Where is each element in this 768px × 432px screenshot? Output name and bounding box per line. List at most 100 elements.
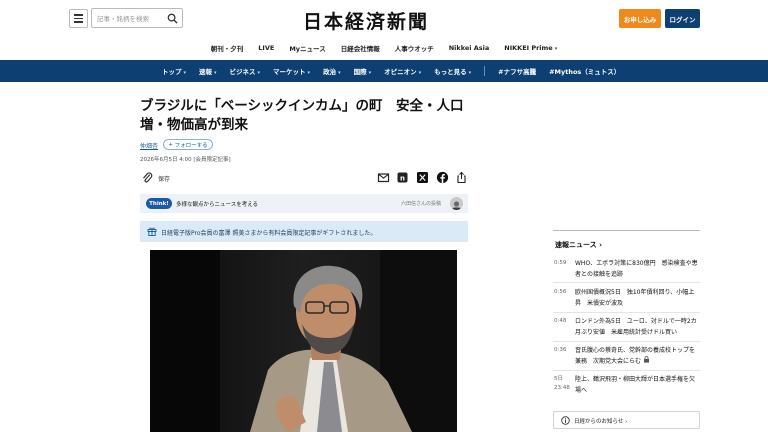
nav-label: トップ — [162, 68, 182, 76]
subnav-label: NIKKEI Prime — [504, 44, 553, 52]
hamburger-menu-button[interactable] — [69, 9, 88, 28]
chevron-right-icon: › — [625, 419, 628, 425]
save-button[interactable]: 保存 — [158, 174, 170, 183]
subnav-item-personnel[interactable]: 人事ウオッチ — [395, 43, 434, 53]
members-only-badge: [会員限定記事] — [193, 157, 231, 163]
think-banner[interactable]: Think! 多様な観点からニュースを考える 六田信さんの投稿 — [140, 194, 468, 213]
facebook-icon[interactable] — [436, 171, 449, 184]
nav-item-politics[interactable]: 政治 ▾ — [323, 66, 341, 76]
news-time: 5日 23:48 — [554, 376, 570, 391]
menu-icon-bar — [74, 17, 83, 20]
news-headline[interactable]: 欧州国債概況5日 独10年債利回り、小幅上昇 米債安が波及 — [575, 287, 700, 309]
nav-item-top[interactable]: トップ ▾ — [162, 66, 186, 76]
list-divider — [553, 341, 700, 342]
list-divider — [553, 282, 700, 283]
news-time: 0:48 — [554, 318, 567, 324]
subnav-item-paper[interactable]: 朝刊・夕刊 — [211, 43, 244, 53]
mail-icon[interactable] — [377, 171, 390, 184]
subnav-item-nikkei-asia[interactable]: Nikkei Asia — [449, 44, 490, 52]
follow-button[interactable]: + フォローする — [163, 139, 213, 150]
subnav-item-company-info[interactable]: 日経会社情報 — [341, 43, 380, 53]
breaking-news-heading[interactable]: 速報ニュース › — [555, 240, 602, 250]
gift-text: 日経電子版Pro会員の富澤 照美さまから有料会員限定記事がギフトされました。 — [161, 230, 377, 237]
apply-button[interactable]: お申し込み — [619, 9, 661, 28]
nav-topic-mythos[interactable]: #Mythos（ミュトス） — [549, 66, 620, 76]
subnav-item-mynews[interactable]: Myニュース — [289, 43, 325, 53]
share-icon[interactable] — [455, 171, 468, 184]
list-divider — [553, 370, 700, 371]
news-time: 0:59 — [554, 260, 567, 266]
chevron-down-icon: ▾ — [554, 46, 558, 52]
site-header: 記事・銘柄を検索 日本経済新聞 お申し込み ログイン — [0, 0, 768, 38]
paperclip-icon[interactable] — [142, 172, 153, 184]
subnav-item-nikkei-prime[interactable]: NIKKEI Prime ▾ — [504, 44, 557, 52]
main-navigation: トップ ▾ 速報 ▾ ビジネス ▾ マーケット ▾ 政治 ▾ 国際 ▾ オピニオン ▾ もっと… — [0, 60, 768, 82]
avatar — [450, 197, 463, 210]
news-headline[interactable]: ロンドン外為5日 ユーロ、対ドルで一時2カ月ぶり安値 米雇用統計受けドル買い — [575, 316, 700, 338]
menu-icon-bar — [74, 21, 83, 23]
list-divider — [553, 312, 700, 313]
article-date: 2026年6月5日 4:00 — [140, 157, 192, 163]
chevron-down-icon: ▾ — [468, 70, 472, 76]
nav-item-breaking[interactable]: 速報 ▾ — [199, 66, 217, 76]
sidebar-divider — [553, 230, 700, 231]
sub-navigation: 朝刊・夕刊 LIVE Myニュース 日経会社情報 人事ウオッチ Nikkei A… — [0, 40, 768, 56]
breaking-news-label: 速報ニュース — [555, 241, 597, 249]
news-headline[interactable]: 陸上、鶴沢飛羽・柳田大輝が日本選手権を欠場へ — [575, 374, 700, 396]
search-placeholder: 記事・銘柄を検索 — [97, 15, 149, 23]
x-icon[interactable] — [416, 171, 429, 184]
nav-item-more[interactable]: もっと見る ▾ — [434, 66, 471, 76]
news-headline-text: 習氏腹心の蔡奇氏、党幹部の養成校トップを兼務 次期党大会にらむ — [575, 347, 696, 365]
news-time: 0:36 — [554, 347, 567, 353]
nav-topic-naphtha[interactable]: #ナフサ高騰 — [498, 66, 536, 76]
nikkei-notice-button[interactable]: 日経からのお知らせ › — [553, 411, 700, 429]
nav-label: オピニオン — [384, 68, 417, 76]
login-button[interactable]: ログイン — [665, 9, 700, 28]
gift-icon — [147, 227, 157, 236]
follow-label: フォローする — [174, 142, 208, 149]
person-icon — [452, 201, 461, 210]
chevron-down-icon: ▾ — [307, 70, 311, 76]
nav-label: 国際 — [353, 68, 367, 76]
svg-text:n: n — [400, 174, 405, 182]
nav-item-opinion[interactable]: オピニオン ▾ — [384, 66, 421, 76]
think-text: 多様な観点からニュースを考える — [176, 202, 259, 208]
note-icon[interactable]: n — [396, 171, 409, 184]
chevron-down-icon: ▾ — [338, 70, 341, 76]
news-headline[interactable]: WHO、エボラ対策に830億円 感染検査や患者との接触を追跡 — [575, 258, 700, 280]
nav-item-market[interactable]: マーケット ▾ — [273, 66, 310, 76]
chevron-down-icon: ▾ — [214, 70, 217, 76]
menu-icon-bar — [74, 14, 83, 16]
article-dateline: 2026年6月5日 4:00 [会員限定記事] — [140, 155, 231, 163]
chevron-down-icon: ▾ — [418, 70, 422, 76]
chevron-down-icon: ▾ — [183, 70, 187, 76]
article-photo — [150, 250, 457, 432]
nav-label: 政治 — [323, 68, 337, 76]
plus-icon: + — [168, 141, 173, 148]
article-title: ブラジルに「ベーシックインカム」の町 安全・人口増・物価高が到来 — [140, 98, 464, 133]
news-headline[interactable]: 習氏腹心の蔡奇氏、党幹部の養成校トップを兼務 次期党大会にらむ — [575, 345, 700, 367]
nav-item-business[interactable]: ビジネス ▾ — [230, 66, 261, 76]
search-input[interactable]: 記事・銘柄を検索 — [91, 8, 183, 28]
gift-notice: 日経電子版Pro会員の富澤 照美さまから有料会員限定記事がギフトされました。 — [140, 221, 468, 242]
chevron-right-icon: › — [599, 241, 602, 249]
photo-man-illustration — [150, 250, 457, 432]
nav-divider — [484, 66, 486, 76]
news-time: 0:56 — [554, 289, 567, 295]
notice-label-text: 日経からのお知らせ — [574, 419, 624, 425]
nav-label: 速報 — [199, 68, 213, 76]
search-icon[interactable] — [167, 13, 178, 24]
think-post-link[interactable]: 六田信さんの投稿 — [401, 200, 441, 207]
nav-label: ビジネス — [229, 68, 256, 76]
chevron-down-icon: ▾ — [257, 70, 261, 76]
nav-label: もっと見る — [434, 68, 467, 76]
article-toolbar: 保存 n — [140, 170, 468, 186]
nav-item-international[interactable]: 国際 ▾ — [354, 66, 372, 76]
subnav-item-live[interactable]: LIVE — [258, 44, 274, 52]
notice-label: 日経からのお知らせ › — [574, 417, 627, 425]
nav-label: マーケット — [273, 68, 306, 76]
author-link[interactable]: 仲畑杏 — [140, 141, 158, 150]
lock-icon — [643, 356, 649, 363]
info-icon — [561, 416, 570, 425]
site-logo[interactable]: 日本経済新聞 — [303, 7, 429, 34]
